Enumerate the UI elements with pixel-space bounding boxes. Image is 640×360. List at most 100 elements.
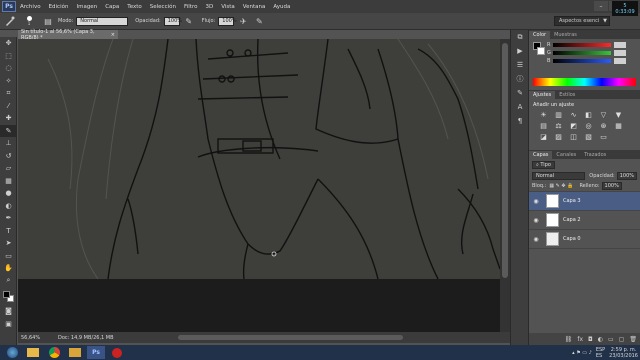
invert-icon[interactable]: ◪ <box>539 133 548 141</box>
color-balance-icon[interactable]: ⚖ <box>554 122 563 130</box>
zoom-level[interactable]: 56,64% <box>18 335 58 341</box>
menu-item-3d[interactable]: 3D <box>205 4 213 10</box>
slider-g-track[interactable] <box>553 51 611 55</box>
tab-swatches[interactable]: Muestras <box>550 31 581 39</box>
slider-r-value[interactable] <box>614 42 626 48</box>
dodge-icon[interactable]: ◐ <box>0 200 17 213</box>
vertical-scrollbar[interactable] <box>500 39 510 332</box>
properties-panel-icon[interactable]: ☰ <box>511 58 529 72</box>
foreground-color[interactable] <box>0 287 17 305</box>
threshold-icon[interactable]: ◫ <box>569 133 578 141</box>
lock-icons[interactable]: ▦ ✎ ✥ 🔒 <box>549 183 573 189</box>
photoshop-icon[interactable]: Ps <box>87 346 105 359</box>
tab-channels[interactable]: Canales <box>552 151 580 159</box>
layer-name[interactable]: Capa 2 <box>563 217 581 223</box>
gradient-map-icon[interactable]: ▭ <box>599 133 608 141</box>
lookup-icon[interactable]: ▦ <box>614 122 623 130</box>
photo-filter-icon[interactable]: ◎ <box>584 122 593 130</box>
new-layer-icon[interactable]: ▢ <box>619 336 625 343</box>
menu-item-capa[interactable]: Capa <box>105 4 119 10</box>
fill-field[interactable]: 100% <box>601 182 622 190</box>
type-icon[interactable]: T <box>0 225 17 238</box>
screen-mode-icon[interactable]: ▣ <box>0 318 17 331</box>
slider-g[interactable]: G <box>529 49 640 57</box>
mode-select[interactable]: Normal <box>76 16 129 26</box>
layer-row[interactable]: ◉ Capa 3 <box>529 192 640 211</box>
menu-item-vista[interactable]: Vista <box>221 4 235 10</box>
actions-panel-icon[interactable]: ▶ <box>511 44 529 58</box>
layer-opacity-field[interactable]: 100% <box>616 171 637 180</box>
zoom-icon[interactable]: ⌕ <box>0 275 17 288</box>
bw-icon[interactable]: ◩ <box>569 122 578 130</box>
slider-g-value[interactable] <box>614 50 626 56</box>
language-indicator[interactable]: ESP ES <box>596 347 605 359</box>
foreground-swatch[interactable] <box>3 290 10 298</box>
brush-icon[interactable]: ✎ <box>0 124 17 137</box>
gradient-icon[interactable]: ▦ <box>0 175 17 188</box>
hand-icon[interactable]: ✋ <box>0 262 17 275</box>
menu-item-imagen[interactable]: Imagen <box>76 4 97 10</box>
tray-icons[interactable]: ▴ ⚑ ▭ ♪ <box>572 350 592 356</box>
pressure-opacity-icon[interactable]: ✎ <box>183 15 195 27</box>
layer-name[interactable]: Capa 0 <box>563 236 581 242</box>
brush-tool-icon[interactable] <box>4 15 16 27</box>
pen-icon[interactable]: ✒ <box>0 212 17 225</box>
workspace-select[interactable]: Aspectos esenci ▼ <box>554 16 610 26</box>
minimize-icon[interactable]: – <box>594 1 608 11</box>
pressure-size-icon[interactable]: ✎ <box>253 15 265 27</box>
lasso-icon[interactable]: ◌ <box>0 62 17 75</box>
menu-item-texto[interactable]: Texto <box>127 4 142 10</box>
bg-swatch[interactable] <box>537 47 545 55</box>
crop-icon[interactable]: ⌗ <box>0 87 17 100</box>
menu-item-archivo[interactable]: Archivo <box>20 4 41 10</box>
tab-adjustments[interactable]: Ajustes <box>529 91 556 99</box>
opacity-field[interactable]: 100% <box>163 16 182 26</box>
slider-b[interactable]: B <box>529 57 640 65</box>
airbrush-icon[interactable]: ✈ <box>237 15 249 27</box>
eraser-icon[interactable]: ▱ <box>0 162 17 175</box>
tab-paths[interactable]: Trazados <box>580 151 610 159</box>
slider-r[interactable]: R <box>529 41 640 49</box>
adjust-layer-icon[interactable]: ◐ <box>598 336 603 343</box>
layer-name[interactable]: Capa 3 <box>563 198 581 204</box>
brush-presets-icon[interactable]: ✎ <box>511 86 529 100</box>
blur-icon[interactable]: ● <box>0 187 17 200</box>
eye-icon[interactable]: ◉ <box>529 217 543 224</box>
canvas-area[interactable] <box>18 39 510 332</box>
fx-icon[interactable]: fx <box>577 336 583 343</box>
link-icon[interactable]: ⛓ <box>565 336 573 343</box>
sketch-canvas[interactable] <box>18 39 510 332</box>
selective-color-icon[interactable]: ▧ <box>584 133 593 141</box>
slider-r-track[interactable] <box>553 43 611 47</box>
paragraph-panel-icon[interactable]: ¶ <box>511 114 529 128</box>
character-panel-icon[interactable]: A <box>511 100 529 114</box>
windows-start-icon[interactable] <box>3 346 21 359</box>
channel-mixer-icon[interactable]: ⊛ <box>599 122 608 130</box>
shape-icon[interactable]: ▭ <box>0 250 17 263</box>
scroll-thumb[interactable] <box>502 43 508 278</box>
vibrance-icon[interactable]: ▽ <box>599 111 608 119</box>
horizontal-scrollbar[interactable] <box>178 335 403 340</box>
group-icon[interactable]: ▭ <box>608 336 614 343</box>
eye-icon[interactable]: ◉ <box>529 198 543 205</box>
flow-field[interactable]: 100% <box>218 16 237 26</box>
layer-row[interactable]: ◉ Capa 0 <box>529 230 640 249</box>
document-tab[interactable]: Sin título-1 al 56,6% (Capa 3, RGB/8) * … <box>18 29 118 41</box>
hue-icon[interactable]: ▤ <box>539 122 548 130</box>
record-icon[interactable] <box>108 346 126 359</box>
tab-color[interactable]: Color <box>529 31 551 39</box>
curves-icon[interactable]: ∿ <box>569 111 578 119</box>
eye-icon[interactable]: ◉ <box>529 236 543 243</box>
blend-select[interactable]: Normal <box>532 171 586 180</box>
slider-b-track[interactable] <box>553 59 611 63</box>
info-panel-icon[interactable]: ⓘ <box>511 72 529 86</box>
brightness-icon[interactable]: ☀ <box>539 111 548 119</box>
history-brush-icon[interactable]: ↺ <box>0 150 17 163</box>
brush-preset-picker[interactable]: 1 <box>20 15 38 27</box>
path-select-icon[interactable]: ➤ <box>0 237 17 250</box>
menu-item-ayuda[interactable]: Ayuda <box>273 4 290 10</box>
triangle-icon[interactable]: ▼ <box>614 111 623 119</box>
brush-panel-icon[interactable]: ▤ <box>42 15 54 27</box>
layer-row[interactable]: ◉ Capa 2 <box>529 211 640 230</box>
tab-styles[interactable]: Estilos <box>555 91 579 99</box>
